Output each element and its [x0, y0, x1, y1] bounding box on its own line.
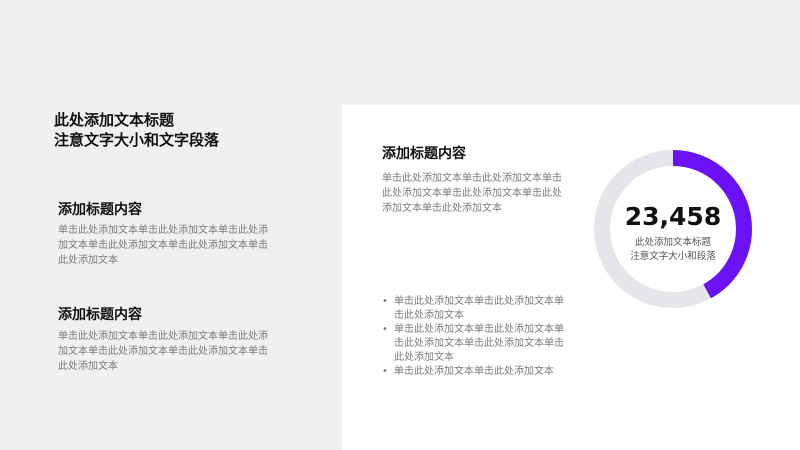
left-block-1-heading: 添加标题内容	[58, 202, 142, 218]
left-block-1-text: 单击此处添加文本单击此处添加文本单击此处添加文本单击此处添加文本单击此处添加文本…	[58, 225, 268, 266]
donut-caption: 此处添加文本标题 注意文字大小和段落	[590, 236, 756, 264]
right-block-text: 单击此处添加文本单击此处添加文本单击此处添加文本单击此处添加文本单击此处添加文本…	[382, 173, 562, 214]
bullet-item: 单击此处添加文本单击此处添加文本单击此处添加文本	[382, 295, 572, 323]
progress-donut: 23,458 此处添加文本标题 注意文字大小和段落	[590, 146, 756, 312]
donut-caption-line-2: 注意文字大小和段落	[630, 251, 716, 262]
bullet-list: 单击此处添加文本单击此处添加文本单击此处添加文本 单击此处添加文本单击此处添加文…	[382, 295, 572, 379]
donut-caption-line-1: 此处添加文本标题	[634, 237, 711, 248]
left-block-2-heading: 添加标题内容	[58, 307, 142, 323]
title-line-2: 注意文字大小和文字段落	[54, 131, 220, 149]
bullet-item: 单击此处添加文本单击此处添加文本	[382, 365, 572, 379]
page-title: 此处添加文本标题 注意文字大小和文字段落	[54, 110, 219, 150]
title-line-1: 此处添加文本标题	[54, 111, 175, 129]
bullet-item: 单击此处添加文本单击此处添加文本单击此处添加文本单击此处添加文本单击此处添加文本	[382, 323, 572, 365]
left-block-2-text: 单击此处添加文本单击此处添加文本单击此处添加文本单击此处添加文本单击此处添加文本…	[58, 331, 268, 372]
donut-value: 23,458	[624, 202, 722, 231]
right-block-heading: 添加标题内容	[382, 146, 466, 162]
